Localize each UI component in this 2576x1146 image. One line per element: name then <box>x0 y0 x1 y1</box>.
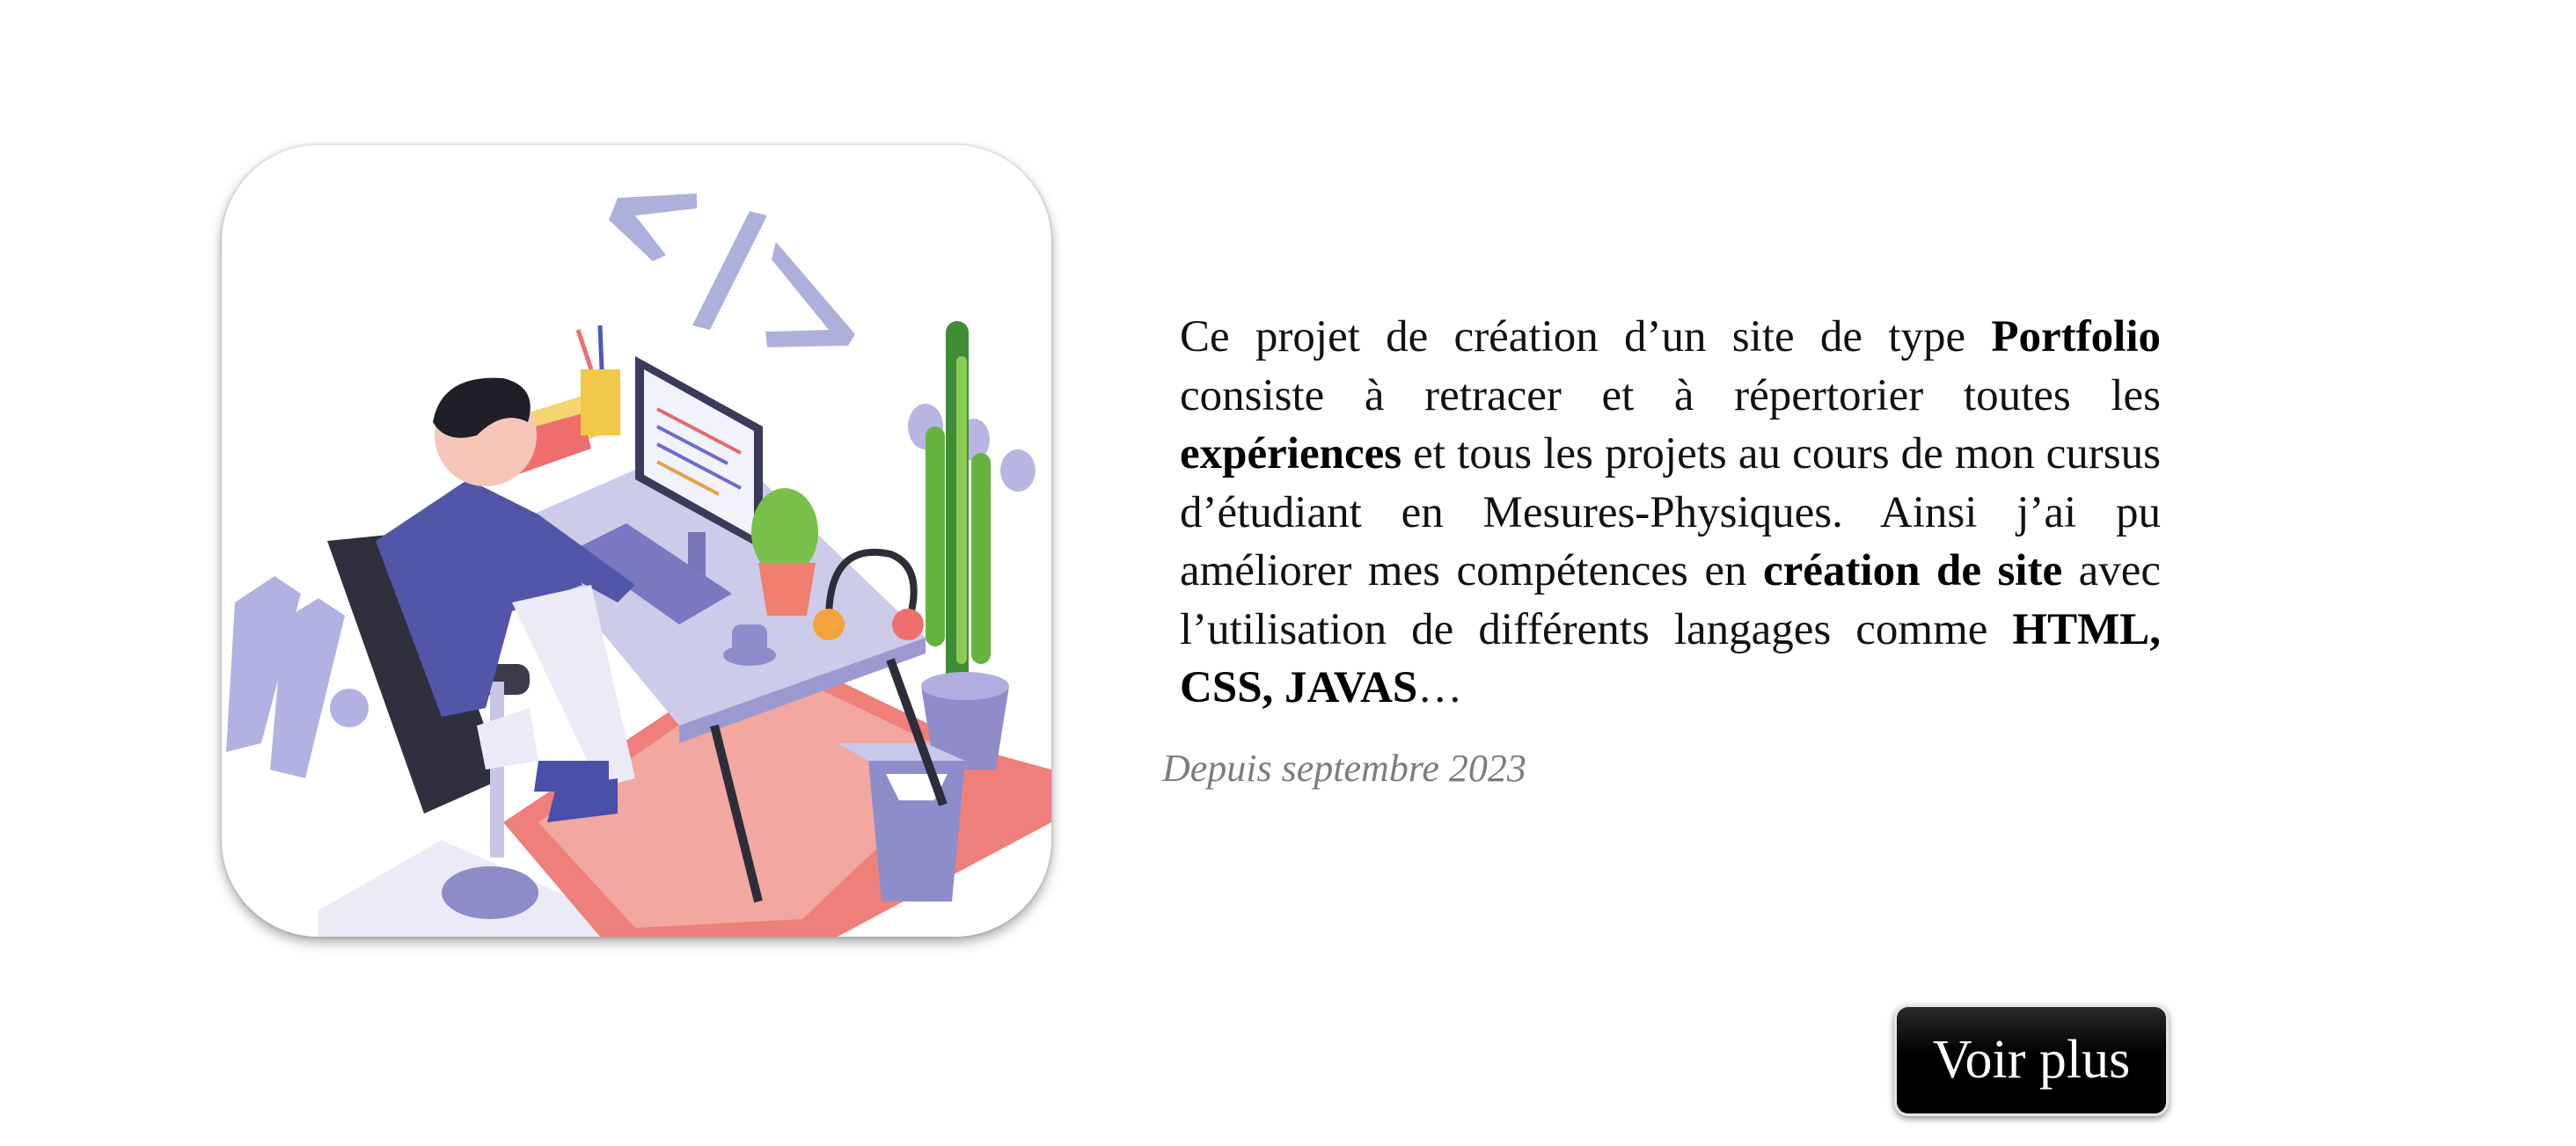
description-text: Ce projet de création d’un site de type <box>1180 312 1992 361</box>
voir-plus-button[interactable]: Voir plus <box>1894 1004 2169 1116</box>
description-bold-portfolio: Portfolio <box>1991 312 2161 361</box>
description-text: … <box>1417 663 1463 712</box>
project-illustration <box>222 145 1051 937</box>
description-text: consiste à retracer et à répertorier tou… <box>1180 370 2161 420</box>
developer-at-desk-icon <box>222 145 1051 937</box>
description-bold-creation-de-site: création de site <box>1763 546 2063 595</box>
project-description: Ce projet de création d’un site de type … <box>1180 308 2161 718</box>
project-date: Depuis septembre 2023 <box>1162 747 1526 790</box>
description-bold-experiences: expériences <box>1180 429 1402 478</box>
